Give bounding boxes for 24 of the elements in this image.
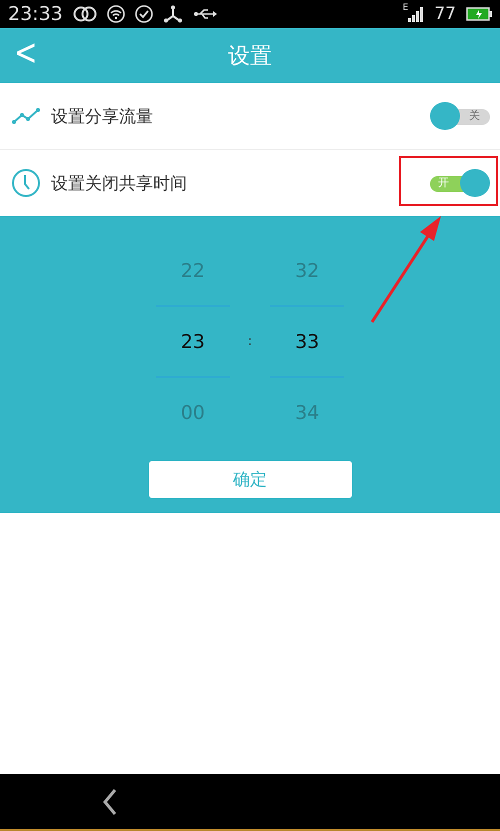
clock-time: 23:33 — [8, 3, 63, 25]
time-value[interactable]: 33 — [270, 305, 344, 378]
setting-label: 设置关闭共享时间 — [51, 172, 187, 194]
network-type: E — [402, 3, 408, 13]
time-separator: : — [248, 334, 252, 349]
time-value[interactable]: 32 — [270, 236, 344, 305]
time-value[interactable]: 34 — [270, 378, 344, 447]
time-value[interactable]: 23 — [156, 305, 230, 378]
back-button[interactable]: < — [14, 30, 38, 76]
usb-icon — [192, 7, 217, 21]
page-title: 设置 — [228, 42, 272, 70]
line-chart-icon — [11, 106, 41, 126]
signal-icon — [408, 6, 424, 22]
clock-icon — [11, 168, 41, 198]
wifi-icon — [106, 5, 125, 23]
rings-icon — [72, 6, 97, 22]
setting-label: 设置分享流量 — [51, 106, 153, 128]
battery-icon — [466, 7, 492, 21]
check-circle-icon — [134, 5, 153, 23]
time-value[interactable]: 00 — [156, 378, 230, 447]
share-nodes-icon — [162, 5, 183, 23]
battery-percent: 77 — [434, 4, 456, 24]
time-value[interactable]: 22 — [156, 236, 230, 305]
confirm-button[interactable]: 确定 — [148, 461, 352, 498]
